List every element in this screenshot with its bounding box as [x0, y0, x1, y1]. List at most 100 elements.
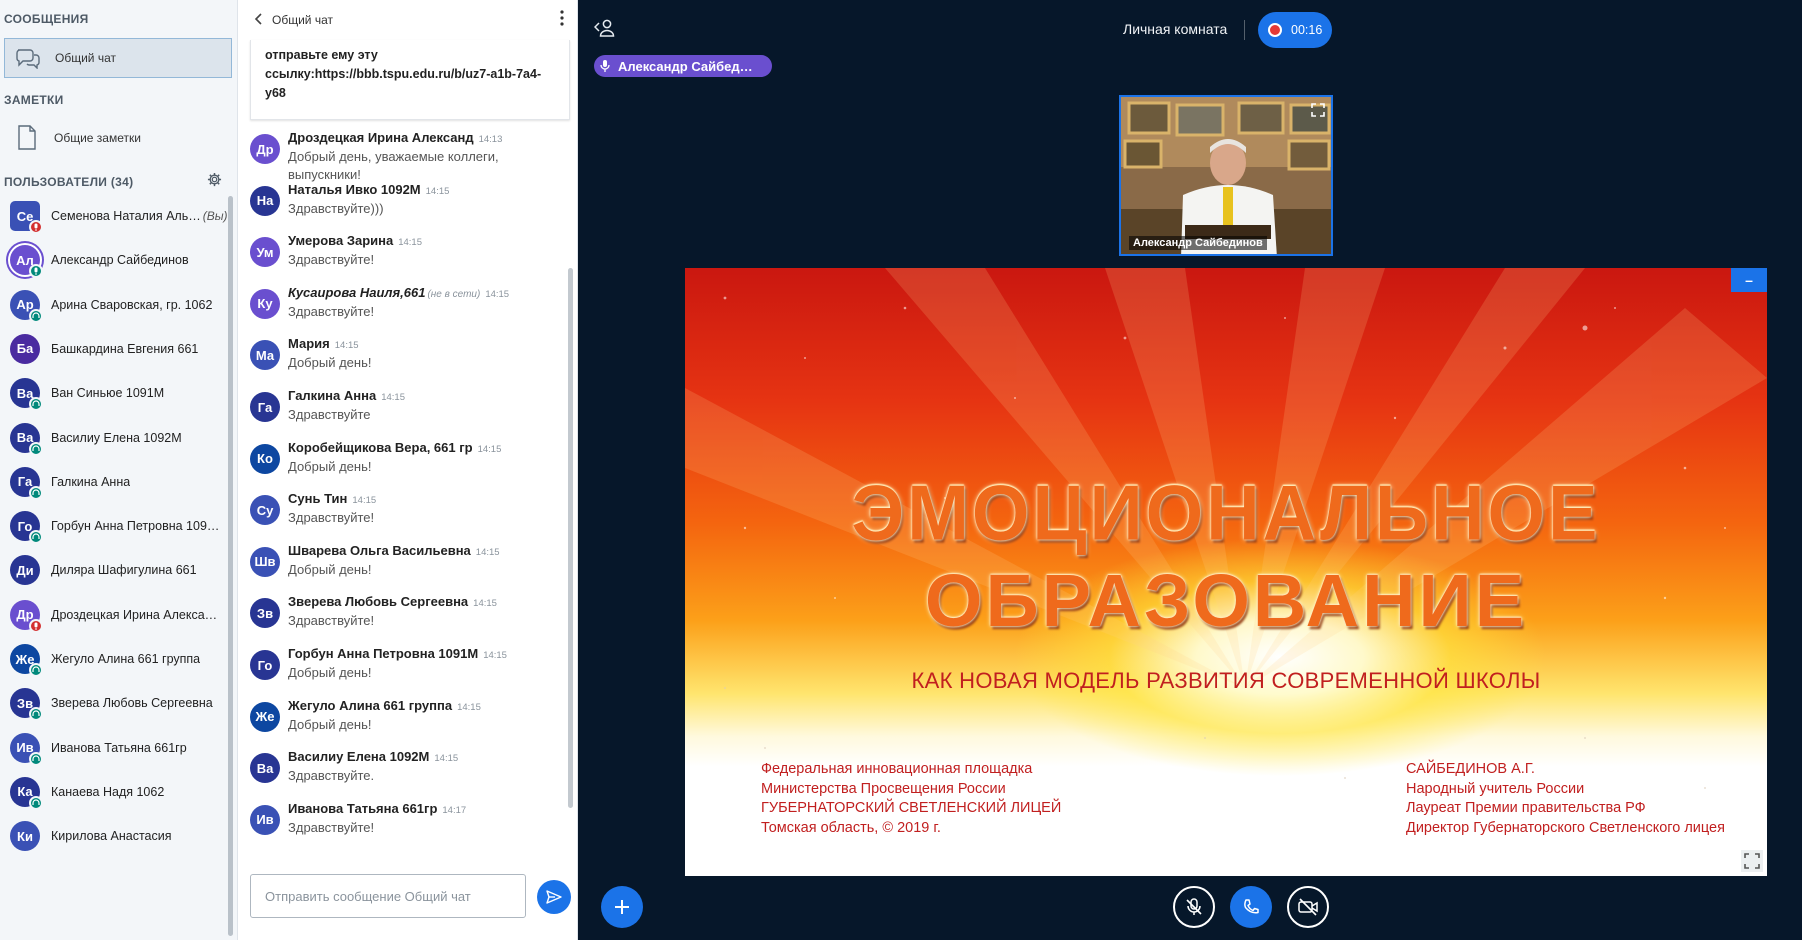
- user-name: Василиу Елена 1092М: [51, 430, 182, 445]
- gear-icon[interactable]: [207, 172, 222, 191]
- microphone-icon: [600, 59, 610, 73]
- message-time: 14:13: [478, 134, 503, 145]
- chat-message: Ку Кусаирова Наиля,661 (не в сети) 14:15 Здр…: [250, 285, 560, 335]
- user-row[interactable]: Ба Башкардина Евгения 661: [0, 324, 232, 374]
- message-text: Добрый день!: [288, 458, 372, 474]
- message-time: 14:15: [485, 288, 510, 300]
- user-name: Галкина Анна: [51, 474, 131, 489]
- user-avatar: Го: [10, 511, 43, 545]
- message-sender: Мария: [288, 336, 330, 352]
- messages-section-title: СООБЩЕНИЯ: [4, 12, 89, 26]
- fullscreen-icon[interactable]: [1311, 103, 1325, 122]
- user-row[interactable]: Ди Диляра Шафигулина 661: [0, 545, 232, 595]
- microphone-muted-icon: [29, 618, 43, 633]
- headphones-icon: [29, 751, 43, 766]
- user-name: Кирилова Анастасия: [51, 829, 172, 844]
- shared-notes-item[interactable]: Общие заметки: [4, 118, 232, 158]
- user-row[interactable]: Зв Зверева Любовь Сергеевна: [0, 678, 232, 728]
- user-row[interactable]: Ки Кирилова Анастасия: [0, 811, 232, 861]
- public-chat-label: Общий чат: [55, 51, 116, 65]
- actions-plus-button[interactable]: [601, 886, 643, 928]
- header-divider: [1244, 20, 1245, 40]
- leave-audio-button[interactable]: [1230, 886, 1272, 928]
- user-list-panel: СООБЩЕНИЯ Общий чат ЗАМЕТКИ Общие заметк…: [0, 0, 238, 940]
- message-time: 14:15: [483, 650, 507, 661]
- user-name: Зверева Любовь Сергеевна: [51, 696, 213, 711]
- shared-notes-label: Общие заметки: [54, 131, 141, 145]
- user-initials: Ди: [16, 562, 34, 578]
- headphones-icon: [29, 485, 43, 500]
- user-row[interactable]: Ар Арина Сваровская, гр. 1062: [0, 280, 232, 330]
- talking-indicator[interactable]: Александр Сайбед…: [594, 55, 772, 77]
- chat-message-input[interactable]: Отправить сообщение Общий чат: [250, 874, 526, 918]
- slide-right-block: САЙБЕДИНОВ А.Г. Народный учитель России …: [1406, 760, 1725, 838]
- message-sender: Василиу Елена 1092М: [288, 749, 430, 765]
- user-list-scrollbar[interactable]: [228, 196, 233, 936]
- message-avatar: Ум: [250, 237, 280, 268]
- message-time: 14:15: [473, 598, 497, 610]
- message-sender: Шварева Ольга Васильевна: [288, 542, 471, 558]
- send-button[interactable]: [537, 880, 571, 914]
- slide-right-line: Народный учитель России: [1406, 780, 1585, 797]
- unmute-button[interactable]: [1173, 886, 1215, 928]
- webcam-name: Александр Сайбединов: [1129, 236, 1267, 250]
- fullscreen-icon[interactable]: [1741, 850, 1763, 872]
- slide-left-line: ГУБЕРНАТОРСКИЙ СВЕТЛЕНСКИЙ ЛИЦЕЙ: [761, 800, 1062, 816]
- presentation-slide: ЭМОЦИОНАЛЬНОЕ ОБРАЗОВАНИЕ КАК НОВАЯ МОДЕ…: [685, 268, 1767, 876]
- user-row[interactable]: Ал Александр Сайбединов: [0, 235, 232, 285]
- pinned-link-message: отправьте ему эту ссылку:https://bbb.tsp…: [250, 40, 570, 120]
- user-icon[interactable]: [593, 18, 616, 43]
- minimize-presentation-button[interactable]: –: [1731, 268, 1767, 292]
- message-body: Кусаирова Наиля,661 (не в сети) 14:15 Здрав…: [288, 285, 560, 321]
- chat-message: Ив Иванова Татьяна 661гр 14:17 Здравствуйте…: [250, 801, 560, 851]
- headphones-icon: [29, 530, 43, 545]
- chevron-left-icon[interactable]: [254, 12, 264, 28]
- message-sender: Наталья Ивко 1092М: [288, 181, 421, 197]
- microphone-off-icon: [1184, 897, 1204, 917]
- message-body: Горбун Анна Петровна 1091М 14:15 Добрый де…: [288, 646, 560, 682]
- record-dot-icon: [1268, 23, 1282, 37]
- public-chat-item[interactable]: Общий чат: [4, 38, 232, 78]
- headphones-icon: [29, 663, 43, 677]
- chat-message: На Наталья Ивко 1092М 14:15 Здравствуйте))): [250, 182, 560, 232]
- message-sender: Сунь Тин: [288, 491, 348, 507]
- user-initials: Ки: [17, 828, 33, 844]
- share-webcam-button[interactable]: [1287, 886, 1329, 928]
- webcam-tile[interactable]: Александр Сайбединов: [1119, 95, 1333, 256]
- slide-left-block: Федеральная инновационная площадка Минис…: [761, 760, 1061, 838]
- user-row[interactable]: Др Дроздецкая Ирина Алексан…: [0, 590, 232, 640]
- message-header: Зверева Любовь Сергеевна 14:15: [288, 594, 560, 609]
- user-avatar: Ди: [10, 555, 40, 586]
- message-avatar: Шв: [250, 546, 280, 577]
- slide-left-line: Томская область, © 2019 г.: [761, 819, 941, 836]
- user-row[interactable]: Же Жегуло Алина 661 группа: [0, 634, 232, 684]
- user-row[interactable]: Ив Иванова Татьяна 661гр: [0, 723, 232, 773]
- vertical-dots-icon[interactable]: [560, 10, 564, 29]
- chat-message: Га Галкина Анна 14:15 Здравствуйте: [250, 388, 560, 438]
- main-area: Личная комната 00:16 Александр Сайбед… А…: [578, 0, 1802, 940]
- message-sender: Галкина Анна: [288, 388, 377, 403]
- message-avatar: Су: [250, 495, 280, 526]
- message-time: 14:15: [475, 546, 500, 558]
- message-time: 14:15: [434, 753, 459, 765]
- user-row[interactable]: Се Семенова Наталия Аль… (Вы): [0, 191, 232, 241]
- message-header: Умерова Зарина 14:15: [288, 233, 560, 248]
- chat-message: Ма Мария 14:15 Добрый день!: [250, 336, 560, 386]
- slide-left-line: Министерства Просвещения России: [761, 780, 1006, 797]
- user-row[interactable]: Го Горбун Анна Петровна 1091М: [0, 501, 232, 551]
- message-time: 14:15: [381, 392, 405, 403]
- recording-button[interactable]: 00:16: [1258, 12, 1332, 48]
- offline-label: (не в сети): [427, 288, 481, 300]
- message-time: 14:15: [425, 185, 450, 197]
- chat-title[interactable]: Общий чат: [272, 13, 333, 27]
- chat-message: Др Дроздецкая Ирина Александ 14:13 Добрый д…: [250, 130, 560, 182]
- user-row[interactable]: Ка Канаева Надя 1062: [0, 767, 232, 817]
- chat-scrollbar[interactable]: [568, 268, 573, 808]
- user-row[interactable]: Га Галкина Анна: [0, 457, 232, 507]
- message-time: 14:17: [442, 804, 467, 816]
- chat-message: Зв Зверева Любовь Сергеевна 14:15 Здравству…: [250, 594, 560, 644]
- user-row[interactable]: Ва Ван Синьюе 1091М: [0, 368, 232, 418]
- message-header: Кусаирова Наиля,661 (не в сети) 14:15: [288, 285, 560, 300]
- message-body: Жегуло Алина 661 группа 14:15 Добрый день!: [288, 698, 560, 734]
- user-row[interactable]: Ва Василиу Елена 1092М: [0, 413, 232, 463]
